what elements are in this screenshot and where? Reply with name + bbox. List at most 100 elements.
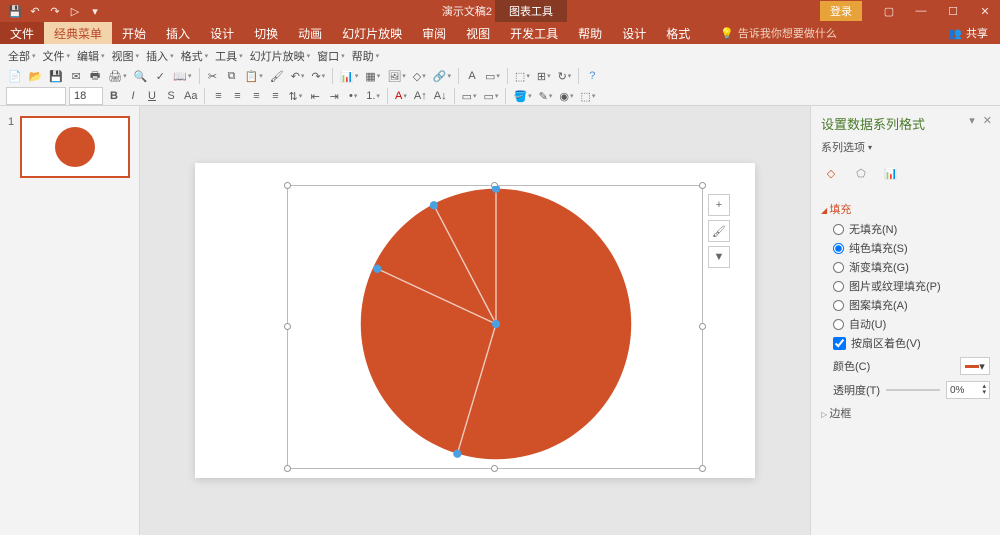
chart-elements-button[interactable]: + [708, 194, 730, 216]
redo-icon[interactable]: ↷ [48, 4, 62, 18]
slide-thumbnails-pane[interactable]: 1 [0, 106, 140, 535]
shrink-font-icon[interactable]: A↓ [432, 88, 449, 104]
slide[interactable]: + 🖌 ▼ [195, 163, 755, 478]
align-left-icon[interactable]: ≡ [210, 88, 226, 104]
tab-design[interactable]: 设计 [200, 22, 244, 44]
ribbon-menu-edit[interactable]: 编辑 [75, 48, 107, 64]
redo-icon[interactable]: ↷ [309, 68, 327, 84]
tab-slideshow[interactable]: 幻灯片放映 [332, 22, 412, 44]
font-color-icon[interactable]: A [393, 88, 409, 104]
tab-review[interactable]: 审阅 [412, 22, 456, 44]
clear-format-icon[interactable]: Aa [182, 88, 199, 104]
increase-indent-icon[interactable]: ⇥ [326, 88, 342, 104]
radio-pattern-fill[interactable]: 图案填充(A) [833, 297, 990, 313]
new-icon[interactable]: 📄 [6, 68, 24, 84]
resize-handle[interactable] [699, 182, 706, 189]
decrease-indent-icon[interactable]: ⇤ [307, 88, 323, 104]
tab-view[interactable]: 视图 [456, 22, 500, 44]
preview-icon[interactable]: 🔍 [132, 68, 150, 84]
ribbon-menu-window[interactable]: 窗口 [315, 48, 347, 64]
transparency-input[interactable]: 0%▴▾ [946, 381, 990, 399]
outline-color-icon[interactable]: ✎ [537, 88, 555, 104]
underline-icon[interactable]: U [144, 88, 160, 104]
group-icon[interactable]: ⊞ [535, 68, 553, 84]
ribbon-menu-all[interactable]: 全部 [6, 48, 38, 64]
share-button[interactable]: 👥共享 [948, 25, 988, 41]
save-icon[interactable]: 💾 [47, 68, 65, 84]
maximize-icon[interactable]: ☐ [938, 0, 968, 22]
qat-dropdown-icon[interactable]: ▾ [88, 4, 102, 18]
align-center-icon[interactable]: ≡ [229, 88, 245, 104]
slide-preview[interactable] [20, 116, 130, 178]
copy-icon[interactable]: ⧉ [224, 68, 240, 84]
tab-help[interactable]: 帮助 [568, 22, 612, 44]
tab-developer[interactable]: 开发工具 [500, 22, 568, 44]
spelling-icon[interactable]: ✓ [152, 68, 168, 84]
color-picker-button[interactable]: ▾ [960, 357, 990, 375]
mail-icon[interactable]: ✉ [68, 68, 84, 84]
transparency-slider[interactable] [886, 389, 940, 391]
series-options-icon[interactable]: 📊 [881, 163, 901, 183]
resize-handle[interactable] [284, 323, 291, 330]
bold-icon[interactable]: B [106, 88, 122, 104]
chart-styles-button[interactable]: 🖌 [708, 220, 730, 242]
border-section-header[interactable]: 边框 [821, 405, 990, 421]
resize-handle[interactable] [699, 465, 706, 472]
resize-handle[interactable] [284, 465, 291, 472]
tab-insert[interactable]: 插入 [156, 22, 200, 44]
shapes-icon[interactable]: ◇ [411, 68, 428, 84]
undo-icon[interactable]: ↶ [289, 68, 307, 84]
arrange-icon[interactable]: ⬚ [579, 88, 598, 104]
line-spacing-icon[interactable]: ⇅ [286, 88, 304, 104]
fill-color-icon[interactable]: 🪣 [511, 88, 533, 104]
open-icon[interactable]: 📂 [27, 68, 45, 84]
link-icon[interactable]: 🔗 [431, 68, 453, 84]
login-button[interactable]: 登录 [820, 1, 862, 21]
chart-icon[interactable]: 📊 [338, 68, 360, 84]
minimize-icon[interactable]: — [906, 0, 936, 22]
table-icon[interactable]: ▦ [363, 68, 382, 84]
print-quick-icon[interactable]: 🖶 [87, 68, 103, 84]
ribbon-menu-slideshow[interactable]: 幻灯片放映 [248, 48, 313, 64]
save-icon[interactable]: 💾 [8, 4, 22, 18]
shape-effects-icon[interactable]: ◉ [557, 88, 575, 104]
justify-icon[interactable]: ≡ [267, 88, 283, 104]
chart-filters-button[interactable]: ▼ [708, 246, 730, 268]
close-icon[interactable]: ✕ [970, 0, 1000, 22]
new-slide-icon[interactable]: ▭ [482, 88, 501, 104]
tab-file[interactable]: 文件 [0, 22, 44, 44]
bullets-icon[interactable]: • [345, 88, 361, 104]
font-family-input[interactable] [6, 87, 66, 105]
start-icon[interactable]: ▷ [68, 4, 82, 18]
tab-chart-design[interactable]: 设计 [612, 22, 656, 44]
grow-font-icon[interactable]: A↑ [412, 88, 429, 104]
fill-line-icon[interactable]: ◇ [821, 163, 841, 183]
tab-home[interactable]: 开始 [112, 22, 156, 44]
research-icon[interactable]: 📖 [171, 68, 193, 84]
series-options-dropdown[interactable]: 系列选项 [821, 139, 990, 155]
chart-selection-box[interactable]: + 🖌 ▼ [287, 185, 703, 469]
effects-icon[interactable]: ⬠ [851, 163, 871, 183]
tab-animations[interactable]: 动画 [288, 22, 332, 44]
slide-canvas[interactable]: + 🖌 ▼ [140, 106, 810, 535]
ribbon-options-icon[interactable]: ▢ [874, 0, 904, 22]
undo-icon[interactable]: ↶ [28, 4, 42, 18]
close-pane-icon[interactable]: ✕ [983, 114, 992, 127]
slide-thumbnail[interactable]: 1 [8, 116, 131, 178]
strike-icon[interactable]: S [163, 88, 179, 104]
italic-icon[interactable]: I [125, 88, 141, 104]
paste-icon[interactable]: 📋 [243, 68, 265, 84]
arrange-icon[interactable]: ⬚ [513, 68, 532, 84]
radio-no-fill[interactable]: 无填充(N) [833, 221, 990, 237]
radio-auto-fill[interactable]: 自动(U) [833, 316, 990, 332]
ribbon-menu-tools[interactable]: 工具 [213, 48, 245, 64]
resize-handle[interactable] [699, 323, 706, 330]
tab-classic-menu[interactable]: 经典菜单 [44, 22, 112, 44]
task-pane-options-icon[interactable]: ▾ [969, 114, 975, 127]
radio-solid-fill[interactable]: 纯色填充(S) [833, 240, 990, 256]
textbox-icon[interactable]: A [464, 68, 480, 84]
slide-layout-icon[interactable]: ▭ [460, 88, 479, 104]
radio-picture-fill[interactable]: 图片或纹理填充(P) [833, 278, 990, 294]
tab-chart-format[interactable]: 格式 [656, 22, 700, 44]
header-icon[interactable]: ▭ [483, 68, 502, 84]
